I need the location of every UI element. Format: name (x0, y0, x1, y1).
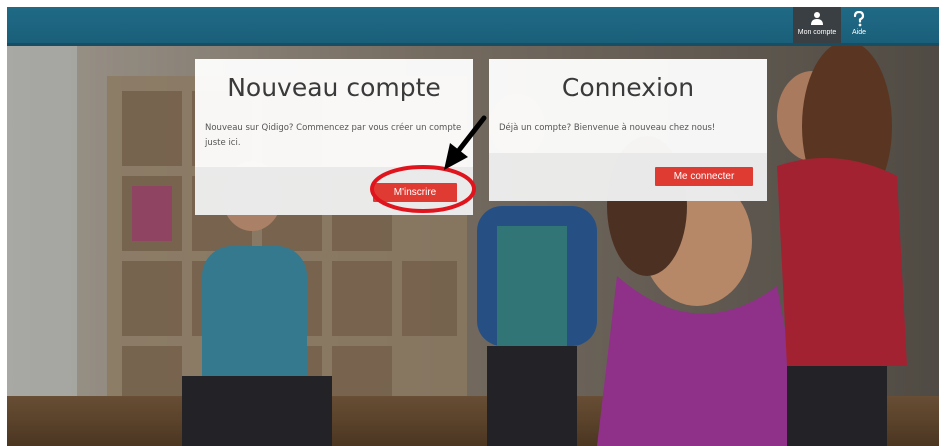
new-account-text: Nouveau sur Qidigo? Commencez par vous c… (205, 123, 462, 148)
login-button[interactable]: Me connecter (655, 167, 753, 186)
help-button[interactable]: Aide (845, 7, 873, 43)
app-window: Mon compte Aide Nouveau compte Nouveau s… (7, 7, 939, 446)
login-text: Déjà un compte? Bienvenue à nouveau chez… (499, 123, 716, 133)
login-title: Connexion (561, 73, 695, 102)
my-account-button[interactable]: Mon compte (793, 7, 841, 43)
new-account-title: Nouveau compte (227, 73, 441, 102)
top-navbar: Mon compte Aide (7, 7, 939, 46)
new-account-card: Nouveau compte Nouveau sur Qidigo? Comme… (195, 59, 473, 215)
question-icon (853, 11, 865, 27)
help-label: Aide (851, 29, 866, 36)
signup-button[interactable]: M'inscrire (373, 183, 457, 202)
login-card: Connexion Déjà un compte? Bienvenue à no… (489, 59, 767, 201)
user-icon (811, 12, 823, 25)
my-account-label: Mon compte (797, 29, 837, 36)
background-photo (7, 46, 939, 446)
